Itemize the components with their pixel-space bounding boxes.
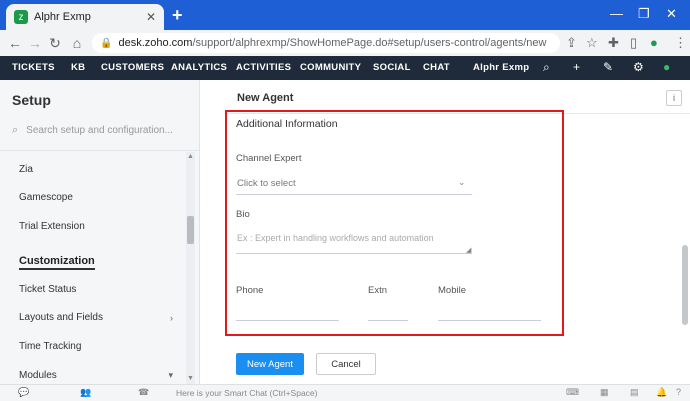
extensions-icon[interactable]: ✚ bbox=[608, 35, 619, 51]
sidepanel-icon[interactable]: ▯ bbox=[630, 35, 637, 51]
close-tab-icon[interactable]: ✕ bbox=[146, 10, 156, 24]
channels-icon[interactable]: 👥 bbox=[80, 387, 91, 398]
search-icon: ⌕ bbox=[12, 124, 19, 136]
tab-title: Alphr Exmp bbox=[34, 11, 91, 23]
sidebar-title: Setup bbox=[12, 92, 51, 108]
minimize-icon[interactable]: — bbox=[610, 6, 623, 21]
sidebar-scroll-thumb[interactable] bbox=[187, 216, 194, 244]
browser-tab-bar: z Alphr Exmp ✕ + — ❐ ✕ bbox=[0, 0, 690, 30]
sidebar-item-layouts-and-fields[interactable]: Layouts and Fields bbox=[19, 312, 103, 323]
scroll-down-icon[interactable]: ▼ bbox=[187, 375, 194, 382]
cancel-button[interactable]: Cancel bbox=[316, 353, 376, 375]
reload-icon[interactable]: ↻ bbox=[44, 35, 66, 52]
setup-search-input[interactable]: ⌕ Search setup and configuration... bbox=[12, 124, 173, 137]
url-input[interactable]: 🔒 desk.zoho.com /support/alphrexmp/ShowH… bbox=[92, 33, 560, 53]
lock-icon: 🔒 bbox=[100, 37, 113, 49]
sidebar-scrollbar[interactable] bbox=[186, 152, 195, 384]
nav-kb[interactable]: KB bbox=[71, 62, 85, 73]
sidebar-item-gamescope[interactable]: Gamescope bbox=[19, 192, 73, 203]
home-icon[interactable]: ⌂ bbox=[66, 35, 88, 51]
back-icon[interactable]: ← bbox=[4, 35, 26, 51]
gear-icon[interactable]: ⚙ bbox=[633, 60, 644, 74]
forward-icon[interactable]: → bbox=[24, 35, 46, 51]
portal-name[interactable]: Alphr Exmp bbox=[473, 62, 529, 73]
nav-social[interactable]: SOCIAL bbox=[373, 62, 411, 73]
setup-sidebar: Setup ⌕ Search setup and configuration..… bbox=[0, 80, 200, 384]
bookmark-star-icon[interactable]: ☆ bbox=[586, 35, 598, 51]
chevron-down-icon: ▾ bbox=[168, 370, 173, 380]
notes-icon[interactable]: ▤ bbox=[630, 387, 639, 398]
nav-community[interactable]: COMMUNITY bbox=[300, 62, 361, 73]
nav-tickets[interactable]: TICKETS bbox=[12, 62, 55, 73]
url-path: /support/alphrexmp/ShowHomePage.do#setup… bbox=[192, 37, 547, 49]
close-window-icon[interactable]: ✕ bbox=[666, 6, 677, 22]
divider bbox=[0, 150, 200, 151]
smart-chat-input[interactable]: Here is your Smart Chat (Ctrl+Space) bbox=[176, 388, 317, 398]
contacts-icon[interactable]: ☎ bbox=[138, 387, 149, 398]
new-agent-button[interactable]: New Agent bbox=[236, 353, 304, 375]
chevron-right-icon: › bbox=[170, 313, 173, 323]
nav-chat[interactable]: CHAT bbox=[423, 62, 450, 73]
page-title: New Agent bbox=[237, 92, 294, 104]
profile-avatar[interactable]: ● bbox=[650, 35, 658, 50]
highlight-box bbox=[225, 110, 564, 336]
info-icon[interactable]: i bbox=[666, 90, 682, 106]
sidebar-section-customization: Customization bbox=[19, 255, 95, 270]
sidebar-item-time-tracking[interactable]: Time Tracking bbox=[19, 341, 81, 352]
add-icon[interactable]: + bbox=[573, 60, 580, 74]
search-placeholder: Search setup and configuration... bbox=[26, 125, 173, 136]
keyboard-icon[interactable]: ⌨ bbox=[566, 387, 579, 398]
nav-activities[interactable]: ACTIVITIES bbox=[236, 62, 291, 73]
help-icon[interactable]: ? bbox=[676, 387, 681, 397]
nav-analytics[interactable]: ANALYTICS bbox=[171, 62, 227, 73]
sidebar-item-trial-extension[interactable]: Trial Extension bbox=[19, 221, 85, 232]
sidebar-item-ticket-status[interactable]: Ticket Status bbox=[19, 284, 76, 295]
user-avatar[interactable]: ● bbox=[663, 60, 670, 74]
nav-customers[interactable]: CUSTOMERS bbox=[101, 62, 164, 73]
search-icon[interactable]: ⌕ bbox=[543, 60, 550, 75]
new-tab-icon[interactable]: + bbox=[172, 5, 183, 26]
zoho-favicon-icon: z bbox=[14, 10, 28, 24]
browser-tab[interactable]: z Alphr Exmp ✕ bbox=[6, 4, 164, 30]
menu-kebab-icon[interactable]: ⋮ bbox=[674, 35, 687, 51]
bottom-bar: 💬 👥 ☎ Here is your Smart Chat (Ctrl+Spac… bbox=[0, 384, 690, 401]
sidebar-item-zia[interactable]: Zia bbox=[19, 164, 33, 175]
chats-icon[interactable]: 💬 bbox=[18, 387, 29, 398]
scroll-up-icon[interactable]: ▲ bbox=[187, 153, 194, 160]
url-host: desk.zoho.com bbox=[118, 37, 193, 49]
share-icon[interactable]: ⇪ bbox=[566, 35, 577, 51]
bell-icon[interactable]: 🔔 bbox=[656, 387, 667, 398]
compose-icon[interactable]: ✎ bbox=[603, 60, 613, 74]
maximize-icon[interactable]: ❐ bbox=[638, 6, 650, 22]
address-bar: ← → ↻ ⌂ 🔒 desk.zoho.com /support/alphrex… bbox=[0, 30, 690, 56]
main-scroll-thumb[interactable] bbox=[682, 245, 688, 325]
zoho-top-nav: TICKETS KB CUSTOMERS ANALYTICS ACTIVITIE… bbox=[0, 56, 690, 80]
sidebar-item-modules[interactable]: Modules bbox=[19, 370, 57, 381]
grid-icon[interactable]: ▦ bbox=[600, 387, 609, 398]
